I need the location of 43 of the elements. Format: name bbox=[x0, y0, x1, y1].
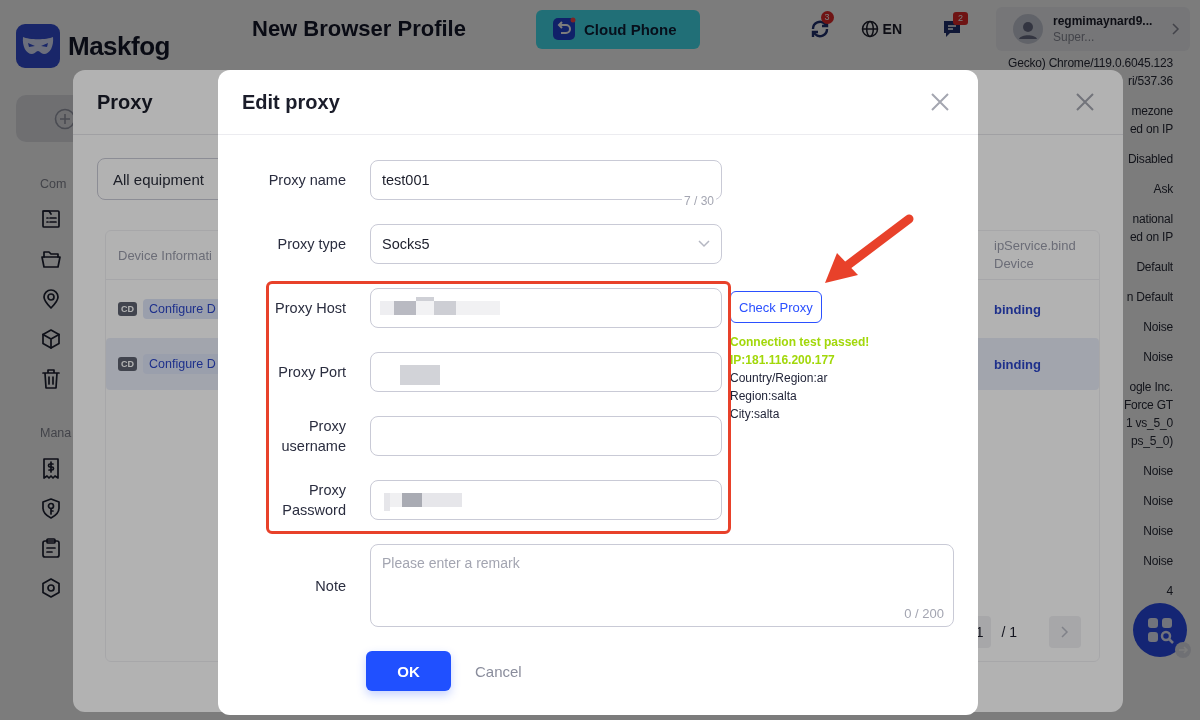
field-label: Note bbox=[314, 576, 346, 596]
panel-title: Proxy bbox=[97, 90, 153, 114]
character-counter: 7 / 30 bbox=[681, 194, 716, 208]
promo-text: Cloud Phone bbox=[584, 20, 677, 38]
page-title: New Browser Profile bbox=[252, 16, 467, 42]
detail-value: national ed on IP bbox=[1129, 211, 1173, 246]
device-badge: CD bbox=[118, 357, 137, 371]
column-header: Device Informati bbox=[118, 247, 212, 263]
ip-text: IP:181.116.200.177 bbox=[730, 352, 836, 369]
location-text: Region:salta bbox=[730, 388, 798, 405]
field-label: Proxy Port bbox=[277, 363, 346, 382]
detail-value: Noise bbox=[1143, 553, 1173, 570]
field-label: Proxy Password bbox=[281, 481, 346, 520]
logo-text: Maskfog bbox=[68, 30, 170, 62]
location-text: City:salta bbox=[730, 406, 781, 423]
detail-value: Noise bbox=[1143, 319, 1173, 336]
notification-badge: 3 bbox=[820, 11, 834, 24]
detail-value: Noise bbox=[1143, 349, 1173, 366]
field-label: Proxy type bbox=[276, 235, 346, 254]
notification-badge: 2 bbox=[953, 12, 968, 25]
detail-value: 4 bbox=[1166, 583, 1173, 600]
section-label: Com bbox=[40, 176, 67, 193]
dialog-title: Edit proxy bbox=[242, 90, 340, 114]
detail-value: Default bbox=[1136, 259, 1173, 276]
detail-value: Disabled bbox=[1127, 151, 1173, 168]
detail-value: n Default bbox=[1126, 289, 1173, 306]
detail-value: Ask bbox=[1153, 181, 1173, 198]
detail-value: Noise bbox=[1143, 463, 1173, 480]
detail-value: mezone ed on IP bbox=[1129, 103, 1173, 138]
character-counter: 0 / 200 bbox=[904, 606, 944, 621]
page-total: / 1 bbox=[1001, 624, 1017, 640]
location-text: Country/Region:ar bbox=[730, 370, 829, 387]
device-badge: CD bbox=[118, 302, 137, 316]
user-name: regmimaynard9... bbox=[1053, 13, 1154, 29]
status-text: Connection test passed! bbox=[730, 334, 870, 351]
detail-value: Noise bbox=[1143, 523, 1173, 540]
column-header: ipService.bind Device bbox=[994, 237, 1077, 273]
field-label: Proxy username bbox=[280, 417, 346, 456]
detail-value: Noise bbox=[1143, 493, 1173, 510]
detail-value: Gecko) Chrome/119.0.6045.123 ri/537.36 bbox=[1008, 55, 1173, 90]
section-label: Mana bbox=[40, 425, 72, 442]
detail-value: ogle Inc. Force GT 1 vs_5_0 ps_5_0) bbox=[1123, 379, 1173, 450]
field-label: Proxy Host bbox=[274, 299, 346, 318]
